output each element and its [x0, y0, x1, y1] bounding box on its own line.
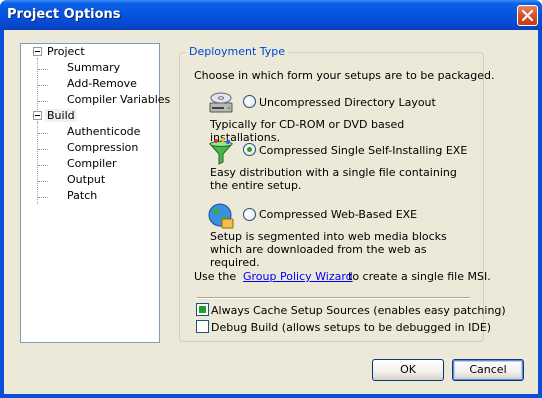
tree-item-output[interactable]: Output — [65, 172, 107, 188]
single-exe-label[interactable]: Compressed Single Self-Installing EXE — [259, 144, 467, 157]
tree-item-compiler-variables[interactable]: Compiler Variables — [65, 92, 172, 108]
close-button[interactable] — [517, 5, 538, 26]
tree-item-label: Output — [67, 173, 106, 186]
close-icon — [522, 10, 533, 21]
gpo-suffix: to create a single file MSI. — [348, 270, 491, 283]
build-expander[interactable] — [33, 111, 42, 120]
debug-build-checkbox[interactable] — [196, 320, 209, 333]
tree-item-project[interactable]: Project — [45, 44, 87, 60]
tree-item-label: Build — [45, 109, 77, 122]
uncompressed-description: Typically for CD-ROM or DVD based instal… — [210, 118, 405, 144]
tree-item-label: Compression — [67, 141, 139, 154]
debug-build-label[interactable]: Debug Build (allows setups to be debugge… — [211, 321, 491, 334]
deployment-intro: Choose in which form your setups are to … — [194, 69, 495, 82]
cd-drive-icon — [209, 92, 233, 113]
tree-item-compression[interactable]: Compression — [65, 140, 140, 156]
tree-item-label: Compiler Variables — [67, 93, 171, 106]
tree-item-summary[interactable]: Summary — [65, 60, 122, 76]
tree-item-label: Authenticode — [67, 125, 141, 138]
tree-item-label: Patch — [67, 189, 98, 202]
single-exe-radio[interactable] — [243, 143, 256, 156]
tree-item-label: Add-Remove — [67, 77, 137, 90]
always-cache-checkbox[interactable] — [196, 303, 209, 316]
project-expander[interactable] — [33, 47, 42, 56]
web-exe-radio[interactable] — [243, 208, 256, 221]
tree-item-label: Project — [47, 45, 85, 58]
tree-item-build[interactable]: Build — [45, 108, 77, 124]
uncompressed-label[interactable]: Uncompressed Directory Layout — [259, 96, 436, 109]
web-exe-description: Setup is segmented into web media blocks… — [210, 230, 447, 269]
uncompressed-radio[interactable] — [243, 95, 256, 108]
tree-item-add-remove[interactable]: Add-Remove — [65, 76, 139, 92]
single-exe-description: Easy distribution with a single file con… — [210, 166, 457, 192]
funnel-icon — [208, 138, 234, 165]
window-title: Project Options — [7, 7, 121, 22]
options-tree[interactable]: Project Summary Add-Remove Compiler Vari… — [20, 43, 170, 343]
tree-item-patch[interactable]: Patch — [65, 188, 99, 204]
group-legend: Deployment Type — [186, 45, 289, 58]
separator — [197, 297, 470, 299]
group-policy-wizard-link[interactable]: Group Policy Wizard — [243, 270, 353, 283]
tree-item-compiler[interactable]: Compiler — [65, 156, 119, 172]
project-options-window: Project Options Project Summary Add-Remo… — [0, 0, 542, 398]
web-exe-label[interactable]: Compressed Web-Based EXE — [259, 208, 417, 221]
tree-item-authenticode[interactable]: Authenticode — [65, 124, 142, 140]
title-bar[interactable]: Project Options — [0, 0, 542, 30]
always-cache-label[interactable]: Always Cache Setup Sources (enables easy… — [211, 304, 506, 317]
cancel-button[interactable]: Cancel — [452, 359, 524, 381]
tree-item-label: Summary — [67, 61, 121, 74]
gpo-prefix: Use the — [194, 270, 237, 283]
dialog-client-area: Project Summary Add-Remove Compiler Vari… — [4, 30, 538, 394]
web-globe-icon — [208, 203, 234, 229]
ok-button[interactable]: OK — [372, 359, 444, 381]
tree-item-label: Compiler — [67, 157, 117, 170]
